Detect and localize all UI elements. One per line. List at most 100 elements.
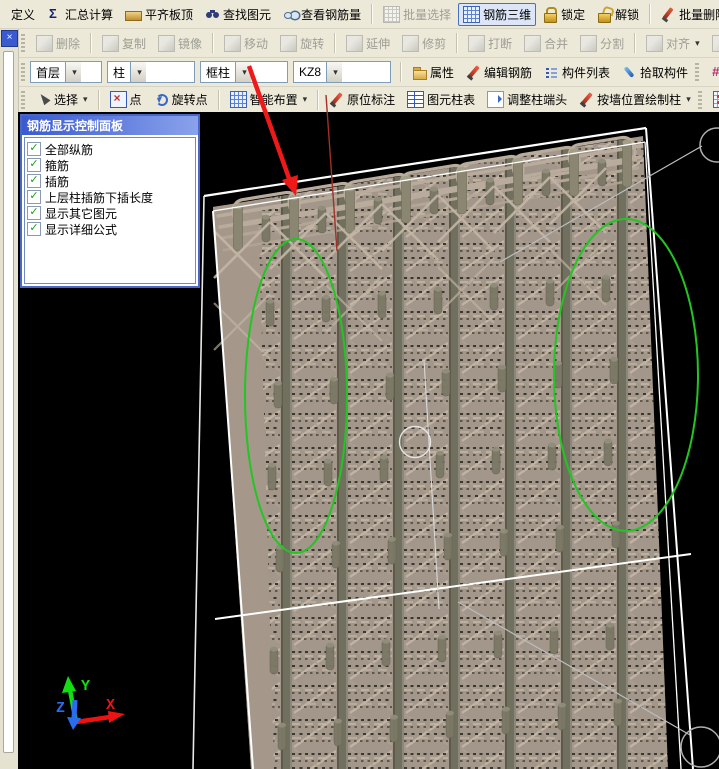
mirror-button[interactable]: 镜像 xyxy=(153,32,207,55)
axis-y-label: Y xyxy=(81,678,90,695)
merge-icon xyxy=(524,35,541,52)
view-rebar-quantity-button[interactable]: 查看钢筋量 xyxy=(278,3,366,26)
align-button[interactable]: 对齐▾ xyxy=(641,32,705,55)
draw-column-by-wall-button[interactable]: 按墙位置绘制柱▾ xyxy=(574,88,696,111)
batch-delete-unused-button[interactable]: 批量删除未使用构件 xyxy=(656,3,719,26)
align-slab-top-button[interactable]: 平齐板顶 xyxy=(120,3,198,26)
copy-icon xyxy=(102,35,119,52)
collapsed-panel-handle[interactable] xyxy=(3,51,14,753)
unlock-button[interactable]: 解锁 xyxy=(592,3,644,26)
offset-icon xyxy=(712,35,719,52)
toolbar-grip xyxy=(21,34,25,52)
checkbox-checked-icon[interactable]: ✓ xyxy=(27,174,41,188)
batch-select-icon xyxy=(383,6,400,23)
edit-rebar-button[interactable]: 编辑钢筋 xyxy=(461,61,537,84)
rotate-button[interactable]: 旋转 xyxy=(275,32,329,55)
merge-button[interactable]: 合并 xyxy=(519,32,573,55)
two-point-button[interactable]: 两点 xyxy=(705,61,719,84)
rebar-software-window: 定义 汇总计算 平齐板顶 查找图元 查看钢筋量 批量选择 钢筋三维 锁定 解锁 … xyxy=(0,0,719,769)
viewport-3d[interactable]: Y X Z 钢筋显示控制面板 ✓全部纵筋 ✓箍筋 ✓插筋 ✓上层柱插筋下插长度 … xyxy=(18,112,719,769)
option-all-longitudinal-bars[interactable]: ✓全部纵筋 xyxy=(27,141,193,157)
define-button[interactable]: 定义 xyxy=(6,3,40,26)
break-icon xyxy=(468,35,485,52)
move-button[interactable]: 移动 xyxy=(219,32,273,55)
option-stirrups[interactable]: ✓箍筋 xyxy=(27,157,193,173)
auto-judge-button[interactable]: 自动判断 xyxy=(708,88,719,111)
trim-icon xyxy=(402,35,419,52)
rebar-display-control-panel[interactable]: 钢筋显示控制面板 ✓全部纵筋 ✓箍筋 ✓插筋 ✓上层柱插筋下插长度 ✓显示其它图… xyxy=(20,114,200,288)
toolbar-main: 定义 汇总计算 平齐板顶 查找图元 查看钢筋量 批量选择 钢筋三维 锁定 解锁 … xyxy=(0,0,719,29)
toolbar-grip xyxy=(698,91,702,109)
extend-icon xyxy=(346,35,363,52)
mirror-icon xyxy=(158,35,175,52)
toolbar-separator xyxy=(334,33,336,53)
checkbox-checked-icon[interactable]: ✓ xyxy=(27,222,41,236)
unlock-icon xyxy=(597,7,612,22)
insitu-pencil-icon xyxy=(329,92,344,107)
adjust-column-end-button[interactable]: 调整柱端头 xyxy=(482,88,572,111)
find-element-button[interactable]: 查找图元 xyxy=(200,3,276,26)
checkbox-checked-icon[interactable]: ✓ xyxy=(27,190,41,204)
smart-layout-button[interactable]: 智能布置▾ xyxy=(225,88,313,111)
glasses-icon xyxy=(283,7,298,22)
toolbar-separator xyxy=(212,33,214,53)
floor-select[interactable]: 首层▾ xyxy=(30,61,102,83)
chevron-down-icon: ▾ xyxy=(686,94,691,105)
axis-x-label: X xyxy=(106,697,115,714)
element-column-table-button[interactable]: 图元柱表 xyxy=(402,88,480,111)
offset-button[interactable]: 偏移 xyxy=(707,32,719,55)
close-icon[interactable]: × xyxy=(1,30,18,47)
column-table-icon xyxy=(407,91,424,108)
point-button[interactable]: 点 xyxy=(105,88,147,111)
properties-button[interactable]: 属性 xyxy=(407,61,459,84)
binoculars-icon xyxy=(205,7,220,22)
break-button[interactable]: 打断 xyxy=(463,32,517,55)
split-button[interactable]: 分割 xyxy=(575,32,629,55)
lock-icon xyxy=(543,7,558,22)
summary-calc-button[interactable]: 汇总计算 xyxy=(42,3,118,26)
chevron-down-icon: ▾ xyxy=(695,38,700,49)
toolbar-separator xyxy=(649,4,651,24)
component-list-icon xyxy=(544,65,559,80)
chevron-down-icon[interactable]: ▾ xyxy=(65,62,81,82)
point-box-icon xyxy=(110,91,127,108)
chevron-down-icon[interactable]: ▾ xyxy=(130,62,146,82)
batch-select-button[interactable]: 批量选择 xyxy=(378,3,456,26)
chevron-down-icon: ▾ xyxy=(303,94,308,105)
delete-icon xyxy=(36,35,53,52)
lock-button[interactable]: 锁定 xyxy=(538,3,590,26)
option-show-detailed-formula[interactable]: ✓显示详细公式 xyxy=(27,221,193,237)
option-upper-column-dowel-length[interactable]: ✓上层柱插筋下插长度 xyxy=(27,189,193,205)
chevron-down-icon[interactable]: ▾ xyxy=(326,62,342,82)
insitu-annotate-button[interactable]: 原位标注 xyxy=(324,88,400,111)
chevron-down-icon[interactable]: ▾ xyxy=(235,62,251,82)
move-icon xyxy=(224,35,241,52)
component-select[interactable]: KZ8▾ xyxy=(293,61,391,83)
rebar-3d-toggle-button[interactable]: 钢筋三维 xyxy=(458,3,536,26)
copy-button[interactable]: 复制 xyxy=(97,32,151,55)
checkbox-checked-icon[interactable]: ✓ xyxy=(27,206,41,220)
option-dowel-bars[interactable]: ✓插筋 xyxy=(27,173,193,189)
trim-button[interactable]: 修剪 xyxy=(397,32,451,55)
auto-judge-grid-icon xyxy=(713,91,719,108)
panel-title[interactable]: 钢筋显示控制面板 xyxy=(22,116,198,135)
align-icon xyxy=(646,35,663,52)
category-select[interactable]: 柱▾ xyxy=(107,61,195,83)
extend-button[interactable]: 延伸 xyxy=(341,32,395,55)
toolbar-separator xyxy=(371,4,373,24)
option-show-other-elements[interactable]: ✓显示其它图元 xyxy=(27,205,193,221)
delete-button[interactable]: 删除 xyxy=(31,32,85,55)
component-list-button[interactable]: 构件列表 xyxy=(539,61,615,84)
type-select[interactable]: 框柱▾ xyxy=(200,61,288,83)
pick-component-button[interactable]: 拾取构件 xyxy=(617,61,693,84)
brush-icon xyxy=(661,7,676,22)
rebar-wall-model[interactable] xyxy=(193,128,693,769)
select-button[interactable]: 选择▾ xyxy=(31,88,93,111)
toolbar-grip xyxy=(21,63,25,81)
draw-column-by-wall-icon xyxy=(579,92,594,107)
split-icon xyxy=(580,35,597,52)
folder-icon xyxy=(412,65,427,80)
rotate-point-button[interactable]: 旋转点 xyxy=(149,88,213,111)
checkbox-checked-icon[interactable]: ✓ xyxy=(27,142,41,156)
checkbox-checked-icon[interactable]: ✓ xyxy=(27,158,41,172)
